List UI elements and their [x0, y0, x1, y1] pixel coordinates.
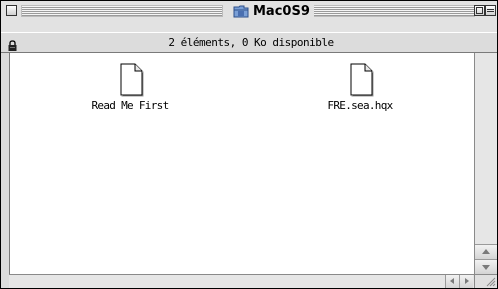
file-name: FRE.sea.hqx	[327, 99, 393, 112]
window-title-wrap: Mac0S9	[229, 1, 314, 21]
lock-icon	[7, 37, 18, 51]
close-box-button[interactable]	[6, 5, 17, 16]
title-bar[interactable]: Mac0S9	[1, 1, 497, 32]
scroll-left-arrow-icon[interactable]	[445, 275, 459, 288]
collapse-box-button[interactable]	[485, 5, 496, 16]
document-icon	[344, 63, 376, 97]
title-bar-stripes-left	[21, 5, 223, 17]
info-bar: 2 éléments, 0 Ko disponible	[1, 32, 497, 53]
window-title: Mac0S9	[253, 3, 310, 19]
document-icon	[114, 63, 146, 97]
status-text: 2 éléments, 0 Ko disponible	[168, 36, 334, 49]
title-bar-stripes-right	[299, 5, 475, 17]
file-item-fre-sea-hqx[interactable]: FRE.sea.hqx	[310, 63, 410, 112]
file-item-read-me-first[interactable]: Read Me First	[80, 63, 180, 112]
resize-grip-icon[interactable]	[474, 274, 497, 288]
file-list-area[interactable]: Read Me First FRE.sea.hqx	[9, 53, 475, 274]
scroll-up-arrow-icon[interactable]	[475, 244, 497, 259]
horizontal-scrollbar[interactable]	[9, 274, 474, 288]
folder-icon	[233, 4, 249, 18]
left-gutter	[1, 53, 9, 288]
zoom-box-button[interactable]	[474, 5, 485, 16]
finder-window: Mac0S9 2 éléments, 0 Ko disponible Read …	[0, 0, 498, 289]
vertical-scrollbar[interactable]	[474, 53, 497, 274]
file-name: Read Me First	[91, 99, 170, 112]
scroll-right-arrow-icon[interactable]	[459, 275, 473, 288]
scroll-down-arrow-icon[interactable]	[475, 259, 497, 274]
